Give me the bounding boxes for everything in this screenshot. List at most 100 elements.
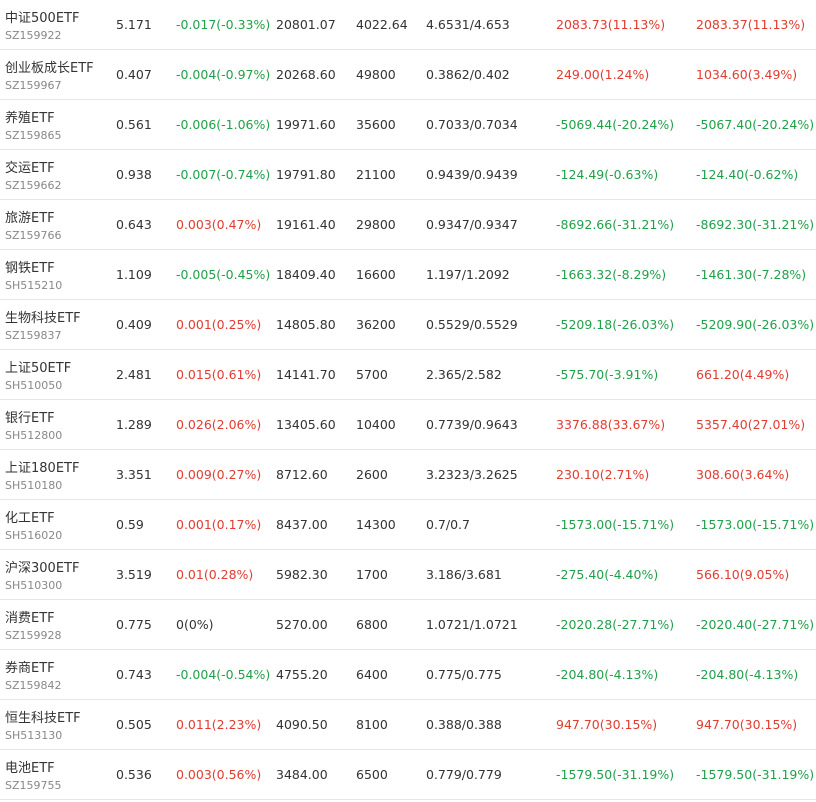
cost-range-cell: 0.388/0.388 xyxy=(426,717,502,732)
volume-cell: 16600 xyxy=(356,267,396,282)
profit-cell: 249.00(1.24%) xyxy=(556,67,650,82)
fund-code: SH510180 xyxy=(5,479,63,492)
price-cell: 0.409 xyxy=(116,317,152,332)
fund-name[interactable]: 生物科技ETF xyxy=(5,307,81,326)
table-row[interactable]: 消费ETF SZ159928 0.775 0(0%) 5270.00 6800 1.0721… xyxy=(0,600,816,650)
table-row[interactable]: 沪深300ETF SH510300 3.519 0.01(0.28%) 5982.30 1… xyxy=(0,550,816,600)
total-profit-cell: 308.60(3.64%) xyxy=(696,467,790,482)
fund-code: SZ159837 xyxy=(5,329,62,342)
profit-cell: -5209.18(-26.03%) xyxy=(556,317,675,332)
volume-cell: 8100 xyxy=(356,717,388,732)
fund-name[interactable]: 上证50ETF xyxy=(5,357,71,376)
etf-holdings-table: 中证500ETF SZ159922 5.171 -0.017(-0.33%) 20801… xyxy=(0,0,816,800)
volume-cell: 6500 xyxy=(356,767,388,782)
total-profit-cell: -5209.90(-26.03%) xyxy=(696,317,815,332)
price-cell: 0.536 xyxy=(116,767,152,782)
profit-cell: -2020.28(-27.71%) xyxy=(556,617,675,632)
total-profit-cell: -1461.30(-7.28%) xyxy=(696,267,807,282)
amount-cell: 8712.60 xyxy=(276,467,328,482)
fund-name[interactable]: 养殖ETF xyxy=(5,107,55,126)
fund-name[interactable]: 上证180ETF xyxy=(5,457,79,476)
cost-range-cell: 4.6531/4.653 xyxy=(426,17,510,32)
fund-name[interactable]: 化工ETF xyxy=(5,507,55,526)
fund-name[interactable]: 钢铁ETF xyxy=(5,257,55,276)
table-row[interactable]: 恒生科技ETF SH513130 0.505 0.011(2.23%) 4090.50 8… xyxy=(0,700,816,750)
profit-cell: -275.40(-4.40%) xyxy=(556,567,659,582)
cost-range-cell: 0.7739/0.9643 xyxy=(426,417,518,432)
profit-cell: 3376.88(33.67%) xyxy=(556,417,666,432)
amount-cell: 4090.50 xyxy=(276,717,328,732)
price-cell: 3.519 xyxy=(116,567,152,582)
fund-code: SH516020 xyxy=(5,529,63,542)
table-row[interactable]: 电池ETF SZ159755 0.536 0.003(0.56%) 3484.00 650… xyxy=(0,750,816,800)
fund-code: SZ159842 xyxy=(5,679,62,692)
cost-range-cell: 0.5529/0.5529 xyxy=(426,317,518,332)
fund-name[interactable]: 旅游ETF xyxy=(5,207,55,226)
total-profit-cell: -204.80(-4.13%) xyxy=(696,667,799,682)
table-row[interactable]: 券商ETF SZ159842 0.743 -0.004(-0.54%) 4755.20 6… xyxy=(0,650,816,700)
total-profit-cell: -124.40(-0.62%) xyxy=(696,167,799,182)
cost-range-cell: 0.7033/0.7034 xyxy=(426,117,518,132)
volume-cell: 21100 xyxy=(356,167,396,182)
amount-cell: 5270.00 xyxy=(276,617,328,632)
table-row[interactable]: 交运ETF SZ159662 0.938 -0.007(-0.74%) 19791.80… xyxy=(0,150,816,200)
change-cell: -0.017(-0.33%) xyxy=(176,17,271,32)
amount-cell: 14805.80 xyxy=(276,317,336,332)
fund-name[interactable]: 券商ETF xyxy=(5,657,55,676)
fund-code: SH515210 xyxy=(5,279,63,292)
fund-name[interactable]: 电池ETF xyxy=(5,757,55,776)
change-cell: -0.004(-0.54%) xyxy=(176,667,271,682)
total-profit-cell: 1034.60(3.49%) xyxy=(696,67,798,82)
fund-name[interactable]: 创业板成长ETF xyxy=(5,57,94,76)
table-row[interactable]: 化工ETF SH516020 0.59 0.001(0.17%) 8437.00 1430… xyxy=(0,500,816,550)
fund-name[interactable]: 交运ETF xyxy=(5,157,55,176)
change-cell: 0.01(0.28%) xyxy=(176,567,254,582)
fund-name[interactable]: 恒生科技ETF xyxy=(5,707,81,726)
fund-name[interactable]: 消费ETF xyxy=(5,607,55,626)
total-profit-cell: 5357.40(27.01%) xyxy=(696,417,806,432)
price-cell: 1.289 xyxy=(116,417,152,432)
price-cell: 2.481 xyxy=(116,367,152,382)
fund-code: SZ159865 xyxy=(5,129,62,142)
volume-cell: 5700 xyxy=(356,367,388,382)
price-cell: 0.743 xyxy=(116,667,152,682)
fund-name[interactable]: 中证500ETF xyxy=(5,7,79,26)
table-row[interactable]: 创业板成长ETF SZ159967 0.407 -0.004(-0.97%) 20268… xyxy=(0,50,816,100)
amount-cell: 13405.60 xyxy=(276,417,336,432)
volume-cell: 35600 xyxy=(356,117,396,132)
fund-code: SZ159967 xyxy=(5,79,62,92)
cost-range-cell: 0.779/0.779 xyxy=(426,767,502,782)
table-row[interactable]: 中证500ETF SZ159922 5.171 -0.017(-0.33%) 20801… xyxy=(0,0,816,50)
table-row[interactable]: 旅游ETF SZ159766 0.643 0.003(0.47%) 19161.40 29… xyxy=(0,200,816,250)
amount-cell: 19971.60 xyxy=(276,117,336,132)
fund-name[interactable]: 沪深300ETF xyxy=(5,557,79,576)
profit-cell: -1579.50(-31.19%) xyxy=(556,767,675,782)
change-cell: 0.009(0.27%) xyxy=(176,467,262,482)
table-row[interactable]: 生物科技ETF SZ159837 0.409 0.001(0.25%) 14805.80… xyxy=(0,300,816,350)
table-row[interactable]: 上证50ETF SH510050 2.481 0.015(0.61%) 14141.70… xyxy=(0,350,816,400)
amount-cell: 4755.20 xyxy=(276,667,328,682)
profit-cell: -1663.32(-8.29%) xyxy=(556,267,667,282)
price-cell: 0.775 xyxy=(116,617,152,632)
total-profit-cell: 2083.37(11.13%) xyxy=(696,17,806,32)
change-cell: 0.001(0.25%) xyxy=(176,317,262,332)
price-cell: 0.59 xyxy=(116,517,144,532)
table-row[interactable]: 钢铁ETF SH515210 1.109 -0.005(-0.45%) 18409.40… xyxy=(0,250,816,300)
table-row[interactable]: 养殖ETF SZ159865 0.561 -0.006(-1.06%) 19971.60… xyxy=(0,100,816,150)
volume-cell: 10400 xyxy=(356,417,396,432)
table-row[interactable]: 上证180ETF SH510180 3.351 0.009(0.27%) 8712.60… xyxy=(0,450,816,500)
fund-code: SH513130 xyxy=(5,729,63,742)
profit-cell: -575.70(-3.91%) xyxy=(556,367,659,382)
volume-cell: 6800 xyxy=(356,617,388,632)
fund-code: SZ159755 xyxy=(5,779,62,792)
total-profit-cell: -2020.40(-27.71%) xyxy=(696,617,815,632)
change-cell: 0.001(0.17%) xyxy=(176,517,262,532)
fund-code: SH512800 xyxy=(5,429,63,442)
table-row[interactable]: 银行ETF SH512800 1.289 0.026(2.06%) 13405.60 10… xyxy=(0,400,816,450)
amount-cell: 18409.40 xyxy=(276,267,336,282)
change-cell: 0.003(0.56%) xyxy=(176,767,262,782)
price-cell: 0.407 xyxy=(116,67,152,82)
change-cell: -0.004(-0.97%) xyxy=(176,67,271,82)
fund-name[interactable]: 银行ETF xyxy=(5,407,55,426)
change-cell: 0.011(2.23%) xyxy=(176,717,262,732)
